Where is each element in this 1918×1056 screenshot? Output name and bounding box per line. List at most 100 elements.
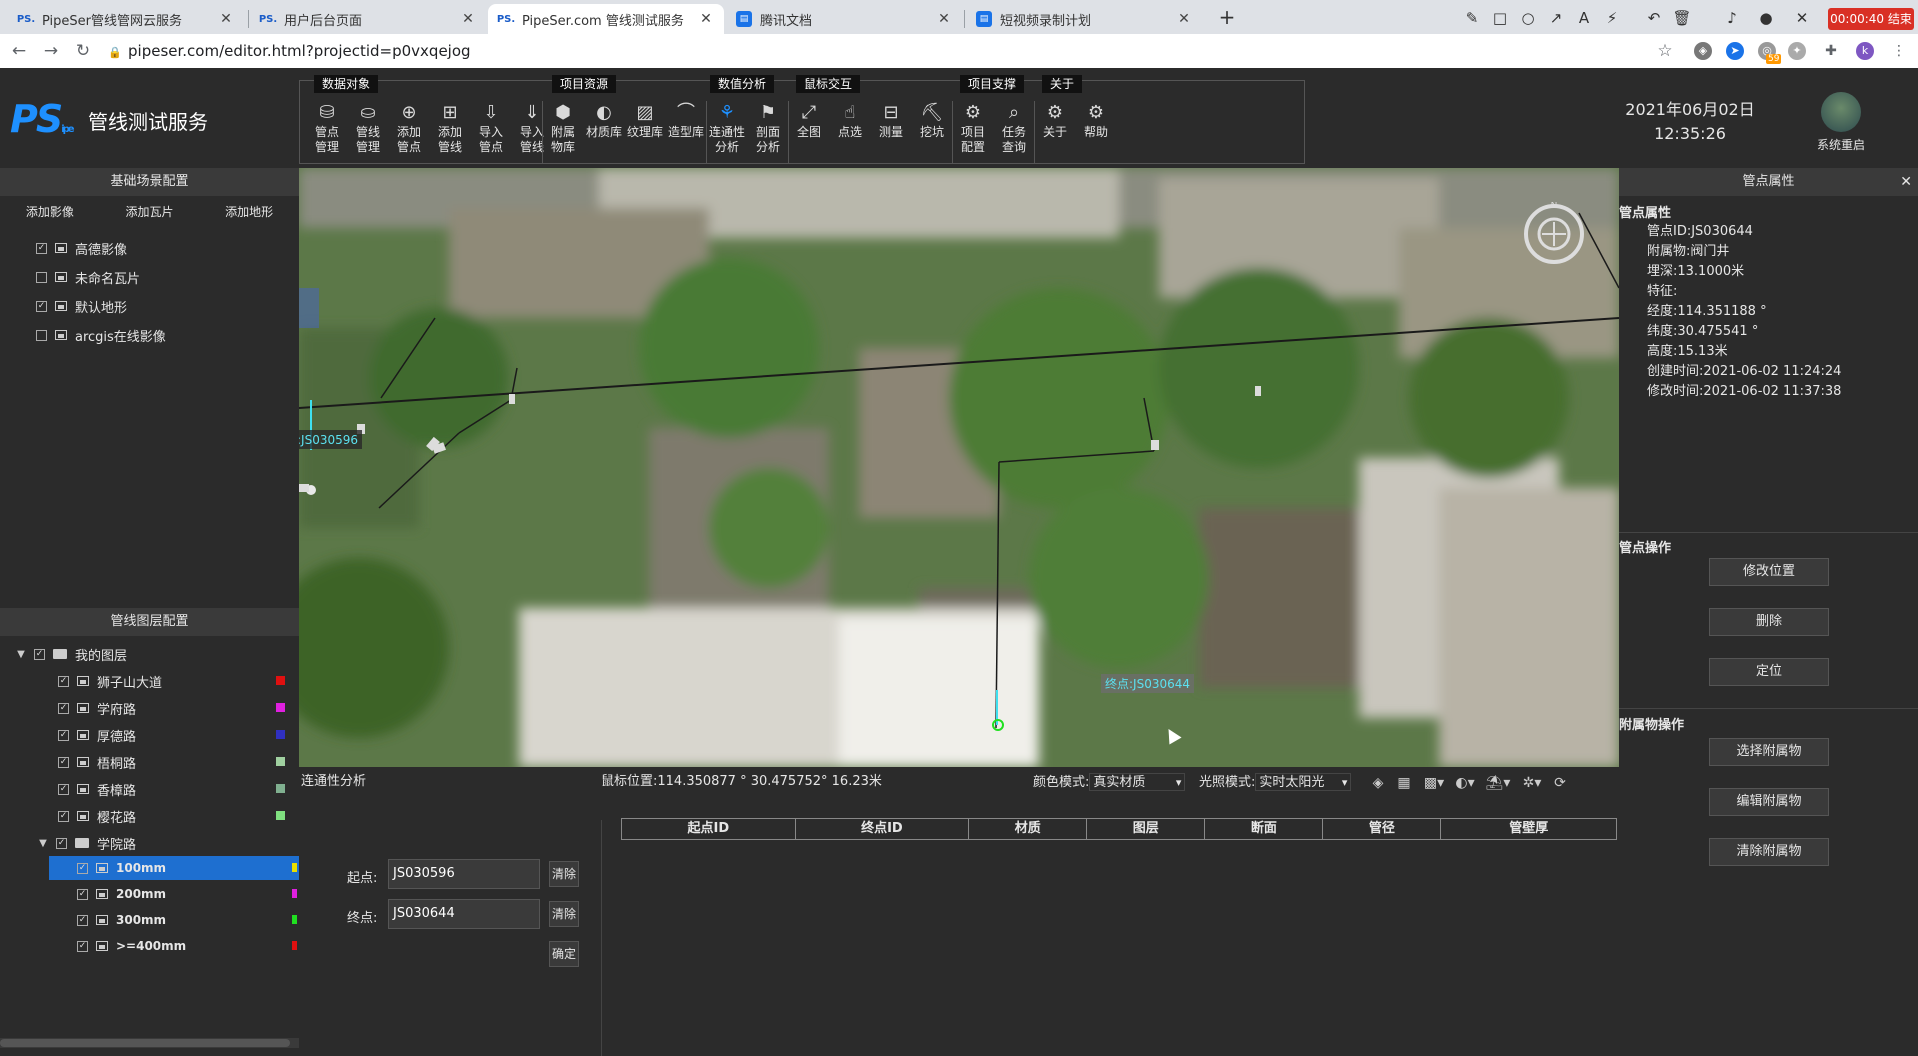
sub-layer-item[interactable]: ✓ 100mm [49,856,299,880]
sub-layer-item[interactable]: ✓ 200mm [49,882,299,906]
pen-icon[interactable]: ✎ [1462,8,1482,28]
layer-checkbox[interactable] [36,271,47,283]
left-panel-scrollbar[interactable] [0,1038,299,1048]
reload-icon[interactable]: ↻ [72,40,94,62]
select-attachment-button[interactable]: 选择附属物 [1709,738,1829,766]
browser-tab[interactable]: PS. PipeSer管线管网云服务 ✕ [8,4,244,34]
column-header[interactable]: 图层 [1087,819,1206,839]
base-layer-item[interactable]: ✓ 默认地形 [36,294,127,318]
pipe-layer-item[interactable]: ✓ 学府路 [58,696,136,720]
column-header[interactable]: 管径 [1323,819,1442,839]
toolbar-button-add-line[interactable]: ⊞ 添加 管线 [427,101,473,159]
toolbar-button-connectivity[interactable]: ⚘ 连通性 分析 [704,101,750,159]
clear-start-button[interactable]: 清除 [549,861,579,887]
layer-checkbox[interactable]: ✓ [56,837,67,849]
profile-avatar[interactable]: k [1856,42,1874,60]
toolbar-button-excavate[interactable]: ⛏ 挖坑 [909,101,955,159]
clear-end-button[interactable]: 清除 [549,901,579,927]
menu-kebab-icon[interactable]: ⋮ [1890,42,1908,60]
extension-feather-icon[interactable]: ✦ [1788,42,1806,60]
column-header[interactable]: 起点ID [622,819,796,839]
toolbar-button-pipe-point-manage[interactable]: ⛁ 管点 管理 [304,101,350,159]
pipe-layer-item[interactable]: ✓ 狮子山大道 [58,669,162,693]
sky-dropdown-icon[interactable]: ⛱▾ [1483,774,1513,792]
layer-checkbox[interactable]: ✓ [36,242,47,254]
pipe-layer-item[interactable]: ✓ 梧桐路 [58,750,136,774]
reset-view-icon[interactable]: ⟳ [1551,774,1569,792]
pattern-dropdown-icon[interactable]: ▩▾ [1421,774,1447,792]
pipe-layer-item[interactable]: ✓ 樱花路 [58,804,136,828]
layer-checkbox[interactable]: ✓ [58,675,69,687]
compass-icon[interactable]: N [1522,202,1586,266]
speaker-icon[interactable]: ♪ [1722,8,1742,28]
bookmark-star-icon[interactable]: ☆ [1654,40,1676,62]
map-3d-view[interactable]: 起点:JS030596 终点:JS030644 [299,168,1619,767]
recording-stop-button[interactable]: 00:00:40 结束 [1828,8,1914,30]
system-restart-button[interactable]: 系统重启 [1806,92,1876,153]
modify-position-button[interactable]: 修改位置 [1709,558,1829,586]
toolbar-button-model-lib[interactable]: ⌒ 造型库 [663,101,709,159]
browser-tab[interactable]: PS. 用户后台页面 ✕ [250,4,486,34]
add-terrain-button[interactable]: 添加地形 [199,198,299,226]
layer-tree-root[interactable]: ▼ ✓ 我的图层 [14,642,127,666]
back-icon[interactable]: ← [8,40,30,62]
end-point-input[interactable]: JS030644 [388,899,540,929]
text-icon[interactable]: A [1574,8,1594,28]
toolbar-button-about[interactable]: ⚙ 关于 [1032,101,1078,159]
rectangle-icon[interactable]: □ [1490,8,1510,28]
trash-icon[interactable]: 🗑 [1672,8,1692,28]
microphone-icon[interactable]: ● [1756,8,1776,28]
layer-checkbox[interactable]: ✓ [36,300,47,312]
layer-checkbox[interactable]: ✓ [58,756,69,768]
toolbar-button-texture-lib[interactable]: ▨ 纹理库 [622,101,668,159]
circle-icon[interactable]: ○ [1518,8,1538,28]
close-recording-icon[interactable]: ✕ [1792,8,1812,28]
view-mode-icon[interactable]: ◈ [1369,774,1387,792]
base-layer-item[interactable]: arcgis在线影像 [36,323,166,347]
toolbar-button-pipe-line-manage[interactable]: ⛀ 管线 管理 [345,101,391,159]
layer-checkbox[interactable]: ✓ [77,862,88,874]
render-dropdown-icon[interactable]: ◐▾ [1451,774,1479,792]
close-panel-icon[interactable]: ✕ [1900,168,1912,196]
toolbar-button-section[interactable]: ⚑ 剖面 分析 [745,101,791,159]
pipe-layer-item[interactable]: ✓ 香樟路 [58,777,136,801]
light-mode-select[interactable]: 实时太阳光 [1255,773,1352,792]
delete-button[interactable]: 删除 [1709,608,1829,636]
browser-tab[interactable]: ▤ 短视频录制计划 ✕ [966,4,1202,34]
arrow-icon[interactable]: ↗ [1546,8,1566,28]
edit-attachment-button[interactable]: 编辑附属物 [1709,788,1829,816]
undo-icon[interactable]: ↶ [1644,8,1664,28]
url-field[interactable]: 🔒 pipeser.com/editor.html?projectid=p0vxq… [108,40,1668,62]
close-icon[interactable]: ✕ [936,11,952,27]
layer-checkbox[interactable]: ✓ [58,729,69,741]
column-header[interactable]: 材质 [969,819,1088,839]
browser-tab[interactable]: ▤ 腾讯文档 ✕ [726,4,962,34]
sub-layer-item[interactable]: ✓ >=400mm [49,934,299,958]
close-icon[interactable]: ✕ [698,11,714,27]
browser-tab-active[interactable]: PS. PipeSer.com 管线测试服务 ✕ [488,4,724,34]
toolbar-button-fullscreen[interactable]: ⤢ 全图 [786,101,832,159]
pipe-layer-item[interactable]: ✓ 厚德路 [58,723,136,747]
forward-icon[interactable]: → [40,40,62,62]
close-icon[interactable]: ✕ [460,11,476,27]
color-mode-select[interactable]: 真实材质 [1089,773,1186,792]
toolbar-button-task-query[interactable]: ⌕ 任务 查询 [991,101,1037,159]
close-icon[interactable]: ✕ [218,11,234,27]
grid-view-icon[interactable]: ▦ [1395,774,1413,792]
layer-checkbox[interactable]: ✓ [58,702,69,714]
toolbar-button-add-point[interactable]: ⊕ 添加 管点 [386,101,432,159]
locate-button[interactable]: 定位 [1709,658,1829,686]
column-header[interactable]: 管壁厚 [1441,819,1616,839]
base-layer-item[interactable]: 未命名瓦片 [36,265,140,289]
add-imagery-button[interactable]: 添加影像 [0,198,100,226]
layer-checkbox[interactable]: ✓ [77,914,88,926]
layer-checkbox[interactable] [36,329,47,341]
extension-arrow-icon[interactable]: ➤ [1726,42,1744,60]
layer-checkbox[interactable]: ✓ [34,648,45,660]
new-tab-button[interactable]: + [1214,4,1240,30]
layer-checkbox[interactable]: ✓ [77,940,88,952]
toolbar-button-material-lib[interactable]: ◐ 材质库 [581,101,627,159]
layer-checkbox[interactable]: ✓ [58,783,69,795]
toolbar-button-help[interactable]: ⚙ 帮助 [1073,101,1119,159]
clear-attachment-button[interactable]: 清除附属物 [1709,838,1829,866]
